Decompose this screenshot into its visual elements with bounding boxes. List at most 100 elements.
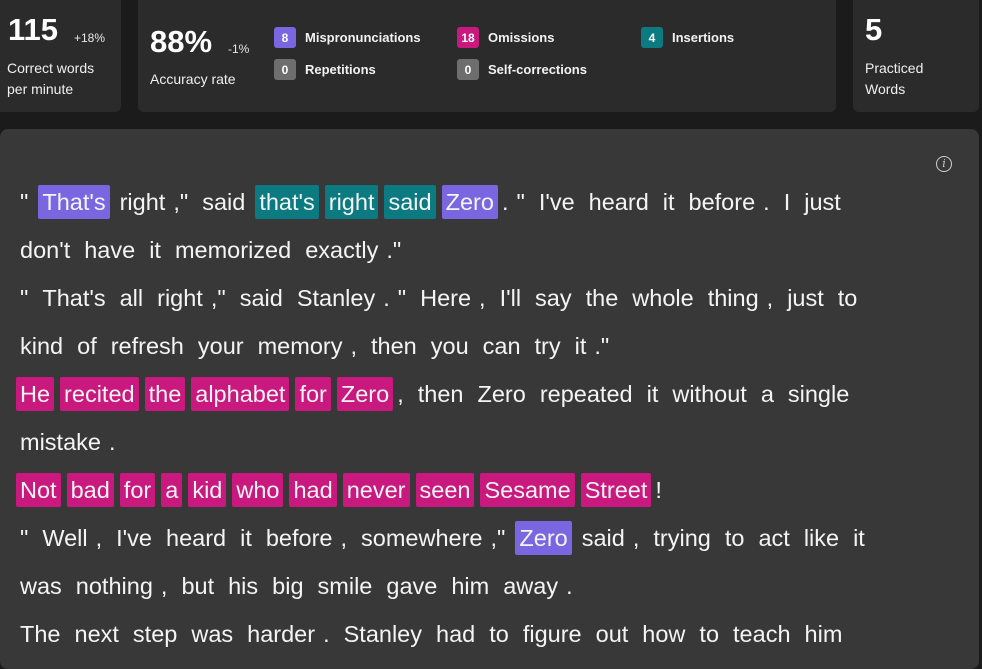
highlighted-word[interactable]: had [289,473,337,507]
legend-label-self-corrections: Self-corrections [488,62,587,77]
highlighted-word[interactable]: Street [580,473,652,507]
passage-word: whole [632,285,694,311]
passage-word: just [787,285,824,311]
highlighted-word[interactable]: kid [188,473,227,507]
passage-word: kind [20,333,64,359]
passage-word: mistake [20,429,101,455]
legend-label-omissions: Omissions [488,30,555,45]
passage-word: step [132,621,178,647]
passage-word: heard [166,525,227,551]
passage-word: before [265,525,333,551]
reading-passage: " That's right ," said that's right said Zero. " I… [16,178,966,658]
passage-word: The [20,621,61,647]
passage-word: have [84,237,136,263]
passage-word: it [240,525,252,551]
passage-word: I'll [499,285,522,311]
highlighted-word[interactable]: alphabet [191,377,290,411]
highlighted-word[interactable]: never [342,473,410,507]
passage-word: I've [538,189,575,215]
passage-word: exactly [305,237,379,263]
passage-word: to [724,525,745,551]
passage-word: Stanley [296,285,376,311]
passage-word: Zero [477,381,526,407]
passage-word: ! [655,477,662,503]
passage-word: memory [257,333,343,359]
highlighted-word[interactable]: a [161,473,183,507]
highlighted-word[interactable]: the [144,377,186,411]
highlighted-word[interactable]: Not [16,473,61,507]
passage-word: figure [522,621,582,647]
passage-word: to [699,621,720,647]
highlighted-word[interactable]: for [295,377,331,411]
passage-word: but [181,573,215,599]
practiced-words-value: 5 [865,12,883,47]
wpm-value: 115 [8,12,59,47]
passage-word: I've [116,525,152,551]
accuracy-delta: -1% [228,42,250,56]
legend-badge-omissions: 18 [457,27,479,48]
accuracy-label: Accuracy rate [150,71,236,87]
highlighted-word[interactable]: That's [38,185,110,219]
highlighted-word[interactable]: said [384,185,436,219]
info-icon[interactable]: i [936,156,952,172]
passage-line: mistake. [16,418,966,466]
passage-word: Stanley [343,621,422,647]
highlighted-word[interactable]: right [324,185,379,219]
highlighted-word[interactable]: Zero [336,377,394,411]
legend-repetitions: 0 Repetitions [274,59,376,80]
highlighted-word[interactable]: Zero [515,521,572,555]
passage-word: ." [594,333,610,359]
accuracy-value: 88% [150,24,213,59]
highlighted-word[interactable]: Zero [441,185,498,219]
passage-word: to [837,285,858,311]
passage-line: The next step was harder. Stanley had to figure o… [16,610,966,658]
passage-line: " That's right ," said that's right said Zero. " I… [16,178,966,226]
passage-word: can [482,333,521,359]
practiced-words-label-line2: Words [865,81,906,97]
practiced-words-card[interactable]: 5 Practiced Words [853,0,979,112]
highlighted-word[interactable]: seen [415,473,475,507]
passage-word: , [95,525,103,551]
passage-word: ," [490,525,506,551]
passage-word: out [595,621,629,647]
passage-word: . [763,189,770,215]
highlighted-word[interactable]: Sesame [480,473,575,507]
passage-word: then [371,333,417,359]
practiced-words-label-line1: Practiced [865,60,924,76]
passage-word: " [20,189,29,215]
wpm-label-line2: per minute [7,81,74,97]
passage-word: him [804,621,843,647]
passage-word: act [758,525,790,551]
passage-word: how [642,621,686,647]
passage-word: it [149,237,161,263]
passage-word: don't [20,237,71,263]
passage-word: ," [210,285,226,311]
accuracy-card: 88% -1% Accuracy rate 8 Mispronunciation… [138,0,836,112]
passage-word: had [436,621,476,647]
legend-badge-mispronunciations: 8 [274,27,296,48]
passage-line: " That's all right ," said Stanley. " Here, I'll s… [16,274,966,322]
passage-word: . [383,285,390,311]
passage-word: was [20,573,62,599]
passage-line: kind of refresh your memory, then you can try it.… [16,322,966,370]
passage-word: , [632,525,640,551]
highlighted-word[interactable]: He [16,377,55,411]
passage-word: a [760,381,774,407]
highlighted-word[interactable]: recited [60,377,139,411]
passage-word: . [323,621,330,647]
passage-word: . [566,573,573,599]
passage-word: heard [588,189,649,215]
passage-word: like [803,525,840,551]
highlighted-word[interactable]: who [232,473,284,507]
legend-label-mispronunciations: Mispronunciations [305,30,421,45]
highlighted-word[interactable]: bad [66,473,114,507]
passage-line: was nothing, but his big smile gave him away. [16,562,966,610]
passage-word: , [340,525,348,551]
legend-self-corrections: 0 Self-corrections [457,59,587,80]
passage-word: his [228,573,259,599]
highlighted-word[interactable]: for [119,473,156,507]
passage-word: before [688,189,756,215]
wpm-label-line1: Correct words [7,60,95,76]
highlighted-word[interactable]: that's [255,185,319,219]
passage-word: harder [247,621,316,647]
